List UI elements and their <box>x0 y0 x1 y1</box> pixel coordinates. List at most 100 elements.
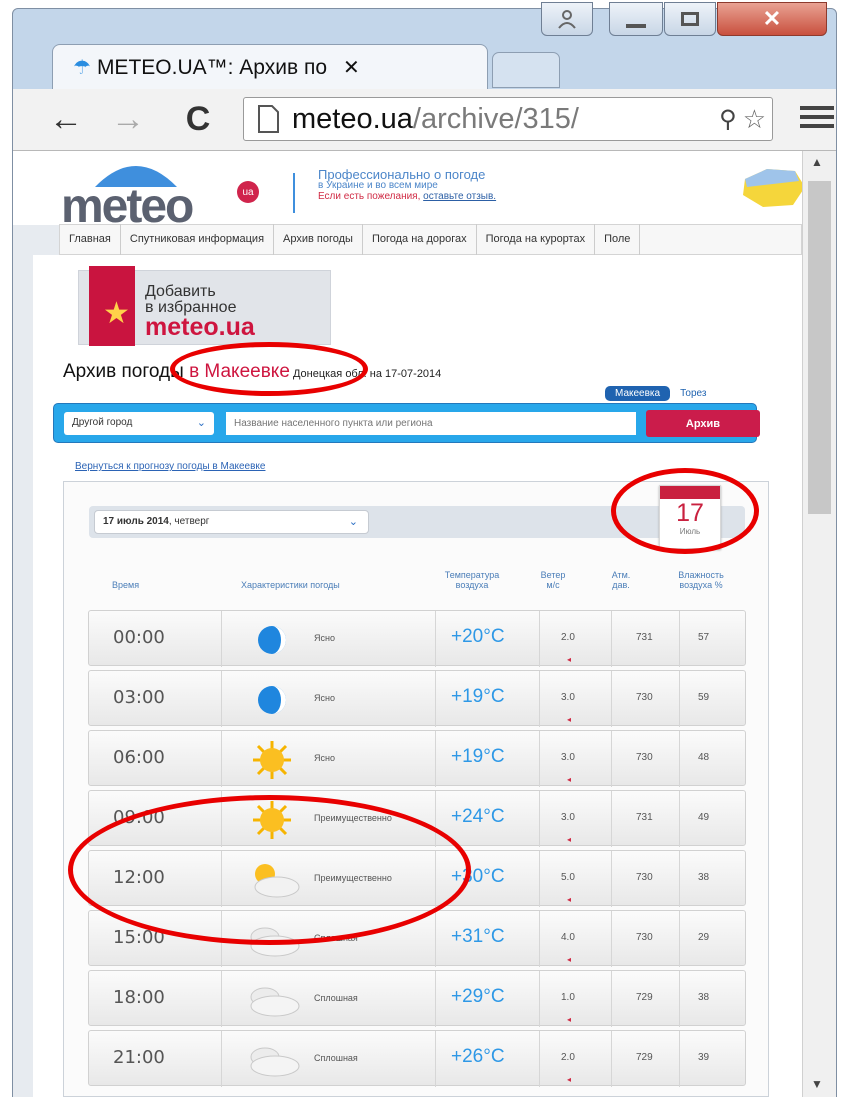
add-to-favorites-banner[interactable]: ★ Добавить в избранное meteo.ua <box>78 266 331 346</box>
row-time: 06:00 <box>113 747 165 768</box>
star-icon: ★ <box>103 297 130 330</box>
tagline-sub: в Украине и во всем мире <box>318 180 438 191</box>
row-divider <box>679 671 680 727</box>
nav-archive[interactable]: Архив погоды <box>274 224 363 255</box>
user-icon <box>558 10 576 29</box>
table-row: 06:00 Ясно +19°C 3.0 ◂ 730 48 <box>88 730 746 787</box>
wind-direction-icon: ◂ <box>567 775 572 784</box>
row-divider <box>435 911 436 967</box>
city-select-value: Другой город <box>72 417 133 428</box>
scroll-down-icon[interactable]: ▼ <box>811 1077 823 1091</box>
header-wind: Ветер м/с <box>538 570 568 590</box>
tab-close-icon[interactable]: ✕ <box>343 55 360 80</box>
feedback-text: Если есть пожелания, оставьте отзыв. <box>318 191 496 203</box>
city-tab-makeevka[interactable]: Макеевка <box>605 386 671 401</box>
header-wind-2: м/с <box>546 580 560 590</box>
nav-satellite[interactable]: Спутниковая информация <box>121 224 275 255</box>
table-row: 00:00 Ясно +20°C 2.0 ◂ 731 57 <box>88 610 746 667</box>
row-divider <box>611 611 612 667</box>
row-humidity: 29 <box>698 932 710 943</box>
nav-fields[interactable]: Поле <box>595 224 641 255</box>
row-divider <box>679 791 680 847</box>
archive-button[interactable]: Архив <box>646 410 760 437</box>
nav-resorts[interactable]: Погода на курортах <box>477 224 596 255</box>
scroll-thumb[interactable] <box>808 181 831 514</box>
row-wind: 3.0 <box>561 692 575 703</box>
row-divider <box>435 1031 436 1087</box>
row-pressure: 730 <box>636 872 653 883</box>
row-pressure: 731 <box>636 812 653 823</box>
maximize-icon <box>681 12 699 26</box>
page-icon <box>258 105 279 133</box>
row-pressure: 730 <box>636 932 653 943</box>
header-divider <box>293 173 295 213</box>
chrome-menu-button[interactable] <box>800 101 834 135</box>
row-divider <box>539 671 540 727</box>
moon-icon <box>241 621 303 659</box>
row-wind: 3.0 <box>561 812 575 823</box>
city-select[interactable]: Другой город ⌄ <box>64 412 214 435</box>
header-hum-2: воздуха % <box>679 580 723 590</box>
city-tab-torez[interactable]: Торез <box>670 386 716 401</box>
back-button[interactable]: ← <box>47 97 85 141</box>
forward-button[interactable]: → <box>109 97 147 141</box>
row-divider <box>435 731 436 787</box>
header-wind-1: Ветер <box>540 570 566 580</box>
date-value: 17 июль 2014 <box>103 516 169 527</box>
close-window-button[interactable]: ✕ <box>717 2 827 36</box>
address-bar[interactable]: meteo.ua/archive/315/ ⚲ ☆ <box>243 97 773 141</box>
row-divider <box>679 731 680 787</box>
annotation-circle-rows <box>68 795 471 945</box>
nav-roads[interactable]: Погода на дорогах <box>363 224 477 255</box>
feedback-link[interactable]: оставьте отзыв. <box>423 191 496 202</box>
row-pressure: 730 <box>636 752 653 763</box>
tagline: Профессионально о погоде в Украине и во … <box>318 168 496 203</box>
row-divider <box>611 731 612 787</box>
row-divider <box>221 1031 222 1087</box>
row-divider <box>435 971 436 1027</box>
header-pressure: Атм. дав. <box>609 570 633 590</box>
table-row: 18:00 Сплошная +29°C 1.0 ◂ 729 38 <box>88 970 746 1027</box>
row-divider <box>221 971 222 1027</box>
ukraine-map-icon <box>743 169 802 207</box>
chevron-down-icon: ⌄ <box>196 417 206 429</box>
chevron-down-icon: ⌄ <box>348 516 358 528</box>
maximize-button[interactable] <box>664 2 716 36</box>
back-to-forecast-link[interactable]: Вернуться к прогнозу погоды в Макеевке <box>75 461 265 472</box>
search-icon[interactable]: ⚲ <box>719 105 737 134</box>
minimize-button[interactable] <box>609 2 663 36</box>
row-temperature: +26°C <box>451 1046 505 1067</box>
reload-button[interactable]: C <box>179 97 217 141</box>
row-pressure: 730 <box>636 692 653 703</box>
row-time: 00:00 <box>113 627 165 648</box>
row-wind: 1.0 <box>561 992 575 1003</box>
header-hum-1: Влажность <box>678 570 724 580</box>
row-divider <box>539 611 540 667</box>
user-profile-button[interactable] <box>541 2 593 36</box>
scroll-up-icon[interactable]: ▲ <box>811 155 823 169</box>
city-search-input[interactable] <box>226 412 636 435</box>
date-select[interactable]: 17 июль 2014, четверг ⌄ <box>94 510 369 534</box>
row-humidity: 49 <box>698 812 710 823</box>
new-tab-button[interactable] <box>492 52 560 88</box>
row-divider <box>539 971 540 1027</box>
header-press-1: Атм. <box>611 570 631 580</box>
browser-tab-active[interactable]: ☂ METEO.UA™: Архив по ✕ <box>52 44 488 90</box>
page-scrollbar[interactable]: ▲ ▼ <box>802 151 836 1097</box>
row-humidity: 57 <box>698 632 710 643</box>
row-time: 03:00 <box>113 687 165 708</box>
table-row: 21:00 Сплошная +26°C 2.0 ◂ 729 39 <box>88 1030 746 1087</box>
table-row: 03:00 Ясно +19°C 3.0 ◂ 730 59 <box>88 670 746 727</box>
row-divider <box>679 971 680 1027</box>
site-header: meteo ua Профессионально о погоде в Укра… <box>13 151 802 233</box>
row-divider <box>611 851 612 907</box>
annotation-circle-calendar <box>611 468 759 554</box>
nav-main[interactable]: Главная <box>60 224 121 255</box>
row-wind: 2.0 <box>561 632 575 643</box>
row-description: Ясно <box>314 753 335 763</box>
row-wind: 3.0 <box>561 752 575 763</box>
row-pressure: 729 <box>636 992 653 1003</box>
meteo-logo[interactable]: meteo ua <box>61 157 261 233</box>
bookmark-star-icon[interactable]: ☆ <box>743 104 766 135</box>
page-viewport: meteo ua Профессионально о погоде в Укра… <box>13 151 802 1097</box>
